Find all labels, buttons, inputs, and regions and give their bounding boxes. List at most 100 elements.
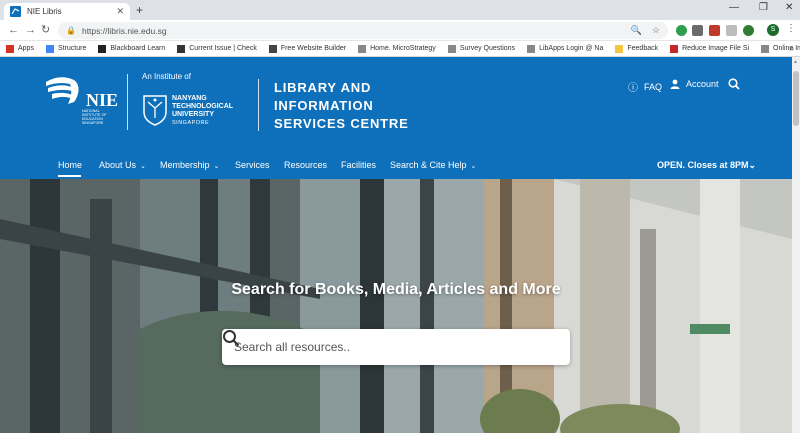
nav-about-us[interactable]: About Us ⌄ [99,160,146,170]
folder-icon [615,44,624,53]
current-issue-icon [177,44,186,53]
bookmarks-bar: Apps Structure Blackboard Learn Current Iss… [0,41,800,57]
library-title[interactable]: LIBRARY AND INFORMATION SERVICES CENTRE [274,79,424,133]
hero-banner: Search for Books, Media, Articles and Mo… [0,179,792,433]
search-input[interactable] [234,340,558,354]
extension-shield-icon[interactable] [692,25,703,36]
bookmark-label: Blackboard Learn [110,45,166,52]
bookmark-item[interactable]: Survey Questions [447,44,516,53]
faq-label: FAQ [644,81,663,92]
blackboard-icon [98,44,107,53]
bookmark-label: Survey Questions [459,45,516,52]
chevron-down-icon: ⌄ [140,163,146,170]
url-text: https://libris.nie.edu.sg [81,25,167,36]
browser-tab[interactable]: NIE Libris ✕ [4,3,130,20]
main-nav: Home About Us ⌄ Membership ⌄ Services Reso… [0,154,792,179]
bookmark-item[interactable]: LibApps Login @ Na [527,44,604,53]
reduce-image-icon [670,44,679,53]
scroll-thumb[interactable] [793,71,799,126]
bookmark-item[interactable]: Reduce Image File Si [670,44,750,53]
page-icon [527,44,536,53]
bookmark-star-icon[interactable]: ☆ [652,25,660,36]
structure-icon [45,44,54,53]
forward-icon[interactable]: → [25,23,36,37]
tab-title: NIE Libris [27,7,62,16]
profile-avatar[interactable]: S [767,24,779,36]
chevron-down-icon: ⌄ [470,163,477,170]
tab-close-icon[interactable]: ✕ [116,6,124,17]
extension-doc-icon[interactable] [726,25,737,36]
back-icon[interactable]: ← [8,23,19,37]
site-header: NIE NATIONAL INSTITUTE OF EDUCATION SING… [0,57,792,179]
scroll-up-icon[interactable]: ▲ [793,59,798,65]
bookmark-label: Online Image Editor | [773,45,800,52]
ntu-crest-icon [143,95,167,126]
logo-divider [127,74,128,130]
svg-text:NIE: NIE [86,90,118,110]
info-circle-icon: ⓘ [628,83,638,94]
new-tab-icon[interactable]: + [136,3,143,17]
nav-search-cite-help[interactable]: Search & Cite Help ⌄ [390,160,476,170]
page-icon [358,44,367,53]
maximize-icon[interactable]: ❐ [759,2,768,13]
extension-red-icon[interactable] [709,25,720,36]
browser-menu-icon[interactable]: ⋮ [786,23,796,34]
page-scrollbar[interactable]: ▲ [792,57,800,433]
bookmark-item[interactable]: Current Issue | Check [177,44,257,53]
bookmark-item[interactable]: Blackboard Learn [98,44,166,53]
bookmark-label: Structure [57,45,87,52]
window-close-icon[interactable]: ✕ [785,2,793,13]
bookmark-label: Reduce Image File Si [682,45,750,52]
website-builder-icon [268,44,277,53]
address-bar[interactable]: 🔒 https://libris.nie.edu.sg 🔍 ☆ [58,22,668,39]
nav-resources[interactable]: Resources [284,160,327,170]
reload-icon[interactable]: ↻ [41,23,50,37]
lock-icon: 🔒 [66,26,76,35]
bookmark-label: Home. MicroStrategy [370,45,436,52]
extension-green-icon[interactable] [676,25,687,36]
more-bookmarks-icon[interactable]: » [789,43,794,53]
institute-of-label: An Institute of [142,72,191,81]
chevron-down-icon: ⌄ [213,163,220,170]
browser-toolbar: ← → ↻ 🔒 https://libris.nie.edu.sg 🔍 ☆ S … [0,20,800,41]
resource-search-form [222,329,570,365]
account-link[interactable]: Account [670,79,719,89]
bookmark-label: Feedback [627,45,659,52]
bookmark-label: Current Issue | Check [189,45,257,52]
nav-membership[interactable]: Membership ⌄ [160,160,219,170]
opening-hours-dropdown[interactable]: OPEN. Closes at 8PM⌄ [657,160,756,171]
faq-link[interactable]: ⓘ FAQ [628,79,663,95]
extension-grammar-icon[interactable] [743,25,754,36]
browser-tab-strip: NIE Libris ✕ + — ❐ ✕ [0,0,800,20]
minimize-icon[interactable]: — [729,2,739,13]
bookmark-item[interactable]: Feedback [615,44,659,53]
bookmark-label: Apps [18,45,34,52]
nie-favicon-icon [10,6,21,17]
ntu-wordmark: NANYANG TECHNOLOGICAL UNIVERSITY SINGAPO… [172,95,234,126]
search-icon[interactable] [728,78,740,90]
bookmark-item[interactable]: Apps [6,44,34,53]
nie-logo[interactable]: NIE NATIONAL INSTITUTE OF EDUCATION SING… [44,74,124,126]
bookmark-item[interactable]: Home. MicroStrategy [358,44,436,53]
bookmark-item[interactable]: Structure [45,44,87,53]
active-nav-indicator [58,175,81,177]
bookmark-label: LibApps Login @ Na [539,45,604,52]
hero-heading: Search for Books, Media, Articles and Mo… [231,281,561,298]
apps-grid-icon [6,44,14,53]
user-icon [670,79,680,89]
bookmark-item[interactable]: Online Image Editor | [761,44,800,53]
nav-home[interactable]: Home [58,160,82,170]
bookmark-label: Free Website Builder [280,45,347,52]
bookmark-item[interactable]: Free Website Builder [268,44,347,53]
search-submit-icon[interactable] [222,329,240,347]
zoom-icon[interactable]: 🔍 [631,25,642,36]
page-icon [447,44,456,53]
library-building-photo [0,179,792,433]
svg-text:SINGAPORE: SINGAPORE [82,121,104,125]
page-icon [761,44,770,53]
chevron-down-icon: ⌄ [748,160,757,170]
nav-facilities[interactable]: Facilities [341,160,376,170]
account-label: Account [686,79,719,89]
nav-services[interactable]: Services [235,160,270,170]
title-divider [258,79,259,131]
